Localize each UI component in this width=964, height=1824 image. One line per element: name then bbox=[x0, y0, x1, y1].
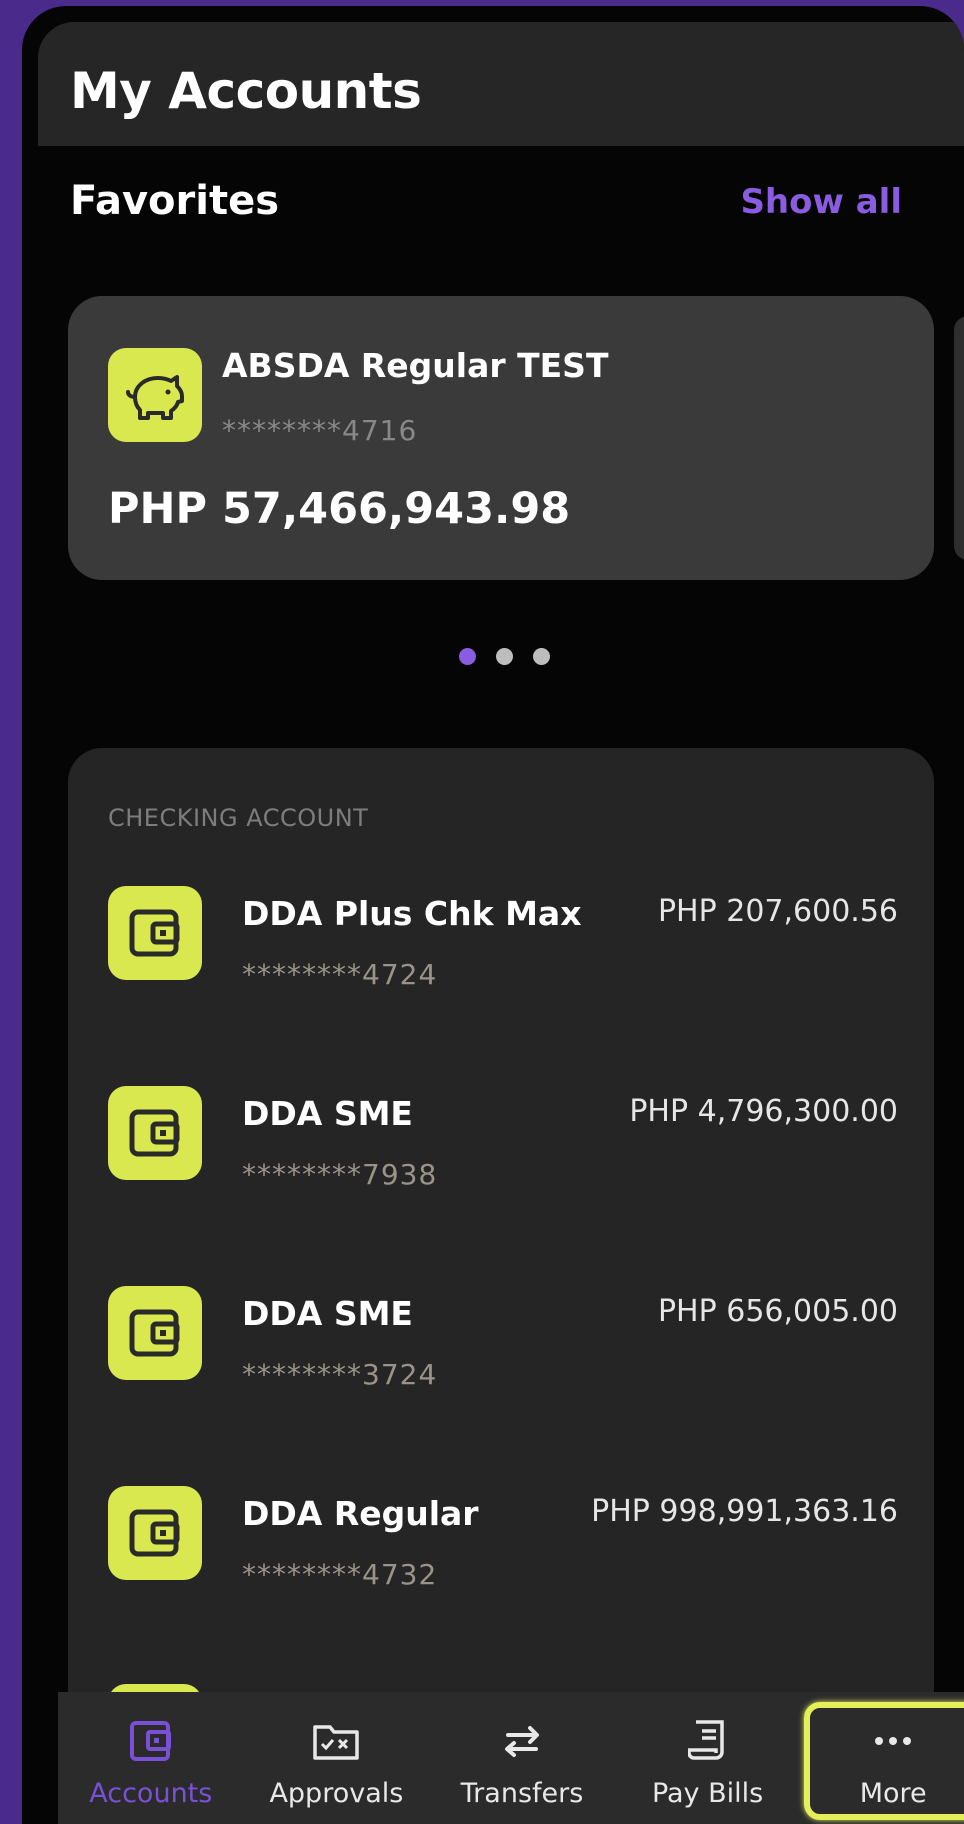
show-all-link[interactable]: Show all bbox=[740, 182, 902, 222]
account-balance: PHP 4,796,300.00 bbox=[629, 1094, 898, 1129]
pager-dot[interactable] bbox=[532, 648, 550, 665]
wallet-icon bbox=[108, 1286, 202, 1380]
favorites-heading: Favorites bbox=[70, 178, 280, 224]
account-row[interactable]: DDA Regular ********4732 PHP 998,991,363… bbox=[68, 1486, 934, 1646]
wallet-icon bbox=[108, 1486, 202, 1580]
tab-transfers[interactable]: Transfers bbox=[429, 1692, 615, 1824]
approval-folder-icon bbox=[312, 1718, 360, 1764]
account-name: DDA SME bbox=[242, 1294, 413, 1333]
bottom-tab-bar: Accounts Approvals Transfers Pay Bills M… bbox=[58, 1692, 964, 1824]
account-number: ********4724 bbox=[242, 958, 438, 991]
tab-label: Accounts bbox=[89, 1778, 213, 1809]
wallet-icon bbox=[108, 1086, 202, 1180]
tab-label: Approvals bbox=[269, 1778, 404, 1809]
tab-label: Transfers bbox=[460, 1778, 584, 1809]
wallet-icon bbox=[129, 1718, 173, 1764]
tab-label: Pay Bills bbox=[651, 1778, 764, 1809]
page-title: My Accounts bbox=[70, 62, 422, 120]
account-balance: PHP 656,005.00 bbox=[657, 1294, 898, 1329]
next-favorite-card-peek[interactable] bbox=[954, 316, 964, 560]
bill-receipt-icon bbox=[687, 1718, 728, 1764]
account-number: ********4732 bbox=[242, 1558, 438, 1591]
tab-approvals[interactable]: Approvals bbox=[244, 1692, 430, 1824]
account-row[interactable]: DDA SME ********7938 PHP 4,796,300.00 bbox=[68, 1086, 934, 1246]
transfer-arrows-icon bbox=[500, 1718, 544, 1764]
account-number: ********3724 bbox=[242, 1358, 438, 1391]
account-name: DDA Plus Chk Max bbox=[242, 894, 582, 933]
carousel-pager bbox=[22, 648, 964, 665]
account-balance: PHP 207,600.56 bbox=[657, 894, 898, 929]
favorite-account-number: ********4716 bbox=[222, 414, 418, 447]
account-balance: PHP 998,991,363.16 bbox=[591, 1494, 898, 1529]
pager-dot-active[interactable] bbox=[458, 648, 476, 665]
tab-label: More bbox=[859, 1778, 927, 1809]
account-number: ********7938 bbox=[242, 1158, 438, 1191]
account-row[interactable]: DDA SME ********3724 PHP 656,005.00 bbox=[68, 1286, 934, 1446]
account-name: DDA Regular bbox=[242, 1494, 479, 1533]
wallet-icon bbox=[108, 886, 202, 980]
app-header: My Accounts bbox=[38, 22, 964, 146]
tab-more[interactable]: More bbox=[800, 1692, 964, 1824]
tab-pay-bills[interactable]: Pay Bills bbox=[615, 1692, 801, 1824]
pager-dot[interactable] bbox=[495, 648, 513, 665]
tab-accounts[interactable]: Accounts bbox=[58, 1692, 244, 1824]
account-row[interactable]: DDA Plus Chk Max ********4724 PHP 207,60… bbox=[68, 886, 934, 1046]
piggy-bank-icon bbox=[108, 348, 202, 442]
favorite-account-balance: PHP 57,466,943.98 bbox=[108, 484, 571, 534]
section-label: CHECKING ACCOUNT bbox=[108, 804, 369, 832]
favorite-account-name: ABSDA Regular TEST bbox=[222, 346, 609, 385]
more-dots-icon bbox=[873, 1718, 913, 1764]
phone-screen: My Accounts Favorites Show all ABSDA Reg… bbox=[22, 6, 964, 1824]
account-name: DDA SME bbox=[242, 1094, 413, 1133]
checking-accounts-panel: CHECKING ACCOUNT DDA Plus Chk Max ******… bbox=[68, 748, 934, 1748]
favorite-account-card[interactable]: ABSDA Regular TEST ********4716 PHP 57,4… bbox=[68, 296, 934, 580]
